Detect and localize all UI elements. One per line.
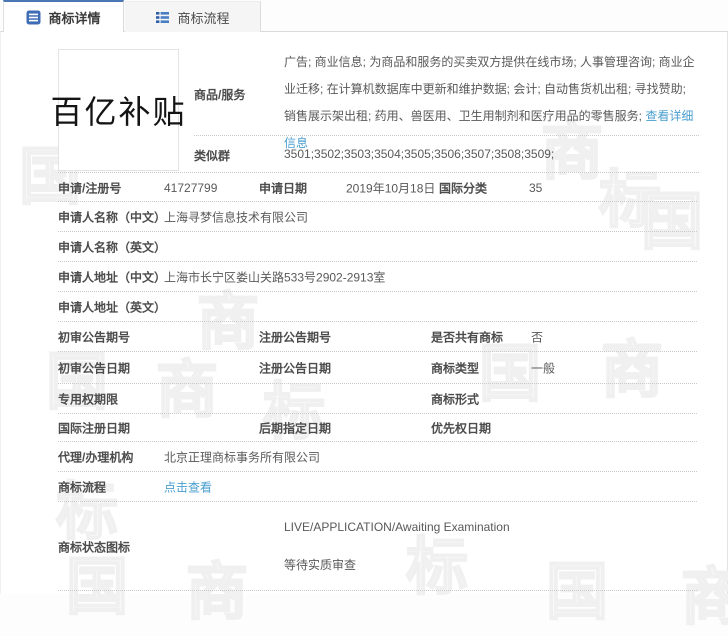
intl-class-value: 35 (529, 180, 543, 195)
priority-date-label: 优先权日期 (431, 421, 492, 436)
address-cn-value: 上海市长宁区娄山关路533号2902-2913室 (164, 270, 386, 285)
field-row-registration: 申请/注册号 41727799 申请日期 2019年10月18日 国际分类 35 (1, 173, 727, 202)
process-label: 商标流程 (58, 480, 107, 495)
reg-notice-no-label: 注册公告期号 (259, 330, 332, 345)
reg-number-value: 41727799 (164, 180, 218, 195)
applicant-cn-label: 申请人名称（中文） (58, 210, 167, 225)
field-row-exclusive-period: 专用权期限 商标形式 (1, 384, 727, 414)
agency-label: 代理/办理机构 (58, 450, 134, 465)
tab-trademark-process[interactable]: 商标流程 (125, 1, 261, 32)
mark-type-label: 商标类型 (431, 361, 480, 376)
row-divider (194, 135, 699, 136)
status-label: 商标状态图标 (58, 540, 131, 554)
process-view-link[interactable]: 点击查看 (164, 479, 212, 496)
trademark-logo-text: 百亿补贴 (50, 94, 187, 130)
applicant-en-label: 申请人名称（英文） (58, 240, 167, 255)
clipboard-list-icon (26, 10, 41, 24)
list-icon (156, 11, 170, 23)
shared-mark-label: 是否共有商标 (431, 330, 504, 345)
trademark-image: 百亿补贴 (51, 49, 185, 171)
field-row-applicant-name-en: 申请人名称（英文） (1, 232, 727, 262)
status-line-english: LIVE/APPLICATION/Awaiting Examination (284, 520, 510, 534)
exclusive-period-label: 专用权期限 (58, 392, 119, 407)
field-row-intl-dates: 国际注册日期 后期指定日期 优先权日期 (1, 414, 727, 442)
apply-date-value: 2019年10月18日 (346, 181, 436, 195)
field-row-address-cn: 申请人地址（中文） 上海市长宁区娄山关路533号2902-2913室 (1, 262, 727, 292)
mark-form-label: 商标形式 (431, 392, 480, 407)
similar-group-label: 类似群 (194, 149, 231, 163)
field-row-applicant-name-cn: 申请人名称（中文） 上海寻梦信息技术有限公司 (1, 202, 727, 232)
later-designation-date-label: 后期指定日期 (259, 421, 332, 436)
field-row-process: 商标流程 点击查看 (1, 472, 727, 502)
apply-date-label: 申请日期 (259, 181, 308, 195)
reg-number-label: 申请/注册号 (58, 181, 122, 195)
shared-mark-value: 否 (531, 330, 544, 345)
goods-services-description: 广告; 商业信息; 为商品和服务的买卖双方提供在线市场; 人事管理咨询; 商业企… (284, 55, 695, 123)
mark-overview-section: 百亿补贴 商品/服务 广告; 商业信息; 为商品和服务的买卖双方提供在线市场; … (1, 32, 727, 173)
trademark-detail-panel: 国 商 标 国 商 国 商 标 国 商 标 国 商 标 国 商 百亿补贴 商品/… (0, 31, 728, 633)
similar-group-value: 3501;3502;3503;3504;3505;3506;3507;3508;… (284, 147, 555, 161)
first-notice-date-label: 初审公告日期 (58, 361, 131, 376)
intl-class-label: 国际分类 (439, 181, 488, 195)
field-row-notice-numbers: 初审公告期号 注册公告期号 是否共有商标 否 (1, 322, 727, 352)
applicant-cn-value: 上海寻梦信息技术有限公司 (164, 210, 309, 225)
agency-value: 北京正理商标事务所有限公司 (164, 450, 321, 465)
goods-services-label: 商品/服务 (194, 88, 246, 102)
field-row-address-en: 申请人地址（英文） (1, 292, 727, 322)
tab-process-label: 商标流程 (177, 10, 230, 26)
address-cn-label: 申请人地址（中文） (58, 270, 167, 285)
field-row-notice-dates: 初审公告日期 注册公告日期 商标类型 一般 (1, 352, 727, 384)
field-row-status: 商标状态图标 LIVE/APPLICATION/Awaiting Examina… (1, 502, 727, 591)
first-notice-no-label: 初审公告期号 (58, 330, 131, 345)
intl-reg-date-label: 国际注册日期 (58, 421, 131, 436)
status-line-chinese: 等待实质审查 (284, 558, 357, 572)
tab-details-label: 商标详情 (48, 10, 101, 26)
tab-trademark-details[interactable]: 商标详情 (3, 0, 124, 32)
tab-bar: 商标详情 商标流程 (0, 0, 728, 32)
reg-notice-date-label: 注册公告日期 (259, 361, 332, 376)
goods-services-text: 广告; 商业信息; 为商品和服务的买卖双方提供在线市场; 人事管理咨询; 商业企… (284, 49, 700, 157)
mark-type-value: 一般 (531, 361, 556, 376)
address-en-label: 申请人地址（英文） (58, 300, 167, 315)
field-row-agency: 代理/办理机构 北京正理商标事务所有限公司 (1, 442, 727, 472)
